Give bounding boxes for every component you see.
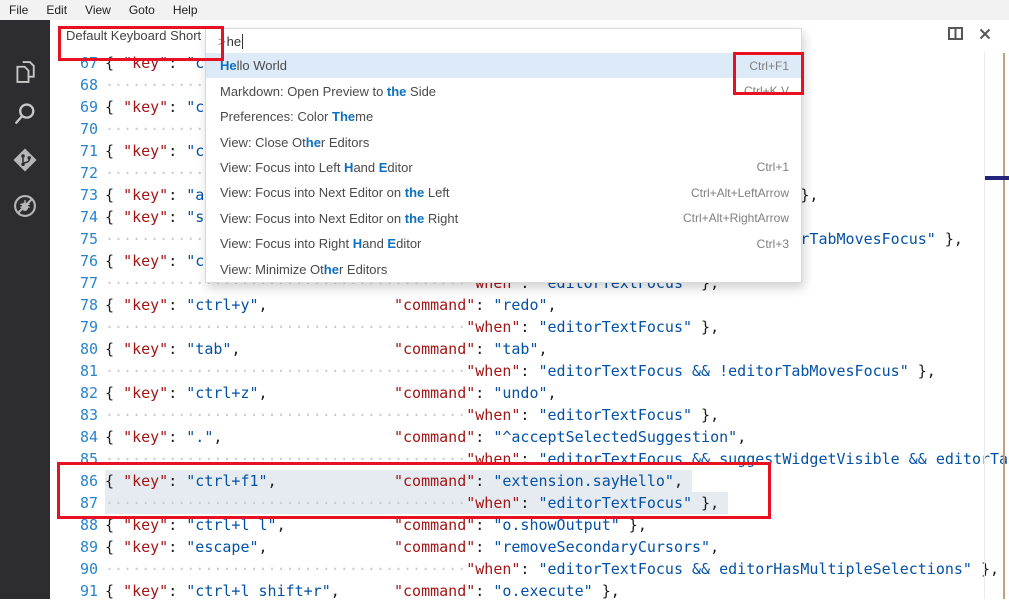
quickopen-item-shortcut: Ctrl+F1: [749, 59, 789, 73]
quickopen-item-label: View: Focus into Left Hand Editor: [220, 160, 745, 175]
line-number: 68: [50, 74, 105, 96]
code-line-78[interactable]: 78{ "key": "ctrl+y", "command": "redo",: [50, 294, 1009, 316]
menu-item-edit[interactable]: Edit: [37, 0, 76, 20]
line-number: 81: [50, 360, 105, 382]
quickopen-item[interactable]: View: Focus into Left Hand Editor Ctrl+1: [206, 155, 801, 180]
tab-default-keyboard-shortcuts[interactable]: Default Keyboard Short: [66, 28, 201, 43]
query-text: he: [227, 34, 241, 49]
code-line-88[interactable]: 88{ "key": "ctrl+l l", "command": "o.sho…: [50, 514, 1009, 536]
quickopen-item[interactable]: View: Focus into Next Editor on the Righ…: [206, 206, 801, 231]
code-line-79[interactable]: 79······································…: [50, 316, 1009, 338]
line-number: 79: [50, 316, 105, 338]
line-text: { "key": "ctrl+f1", "command": "extensio…: [105, 470, 692, 492]
line-number: 77: [50, 272, 105, 294]
quickopen-item-label: View: Close Other Editors: [220, 135, 777, 150]
code-line-86[interactable]: 86{ "key": "ctrl+f1", "command": "extens…: [50, 470, 1009, 492]
line-text: ········································…: [105, 448, 1009, 470]
quickopen-item-label: View: Focus into Right Hand Editor: [220, 236, 745, 251]
quickopen-item-shortcut: Ctrl+3: [757, 237, 789, 251]
quickopen-item-shortcut: Ctrl+Alt+RightArrow: [683, 211, 789, 225]
files-icon[interactable]: [11, 58, 39, 86]
line-number: 67: [50, 52, 105, 74]
command-prefix: >: [218, 34, 226, 49]
code-line-85[interactable]: 85······································…: [50, 448, 1009, 470]
search-icon[interactable]: [11, 100, 39, 128]
quickopen-item-shortcut: Ctrl+1: [757, 160, 789, 174]
line-number: 74: [50, 206, 105, 228]
quick-open-input[interactable]: >he: [206, 29, 801, 53]
line-text: ········································…: [105, 404, 719, 426]
menu-item-file[interactable]: File: [0, 0, 37, 20]
line-number: 71: [50, 140, 105, 162]
menu-item-help[interactable]: Help: [164, 0, 207, 20]
text-caret: [242, 34, 243, 49]
window-edge-line: [1003, 53, 1005, 599]
quickopen-item[interactable]: View: Focus into Right Hand Editor Ctrl+3: [206, 231, 801, 256]
split-editor-icon[interactable]: [948, 27, 963, 45]
quickopen-item-label: View: Focus into Next Editor on the Righ…: [220, 211, 671, 226]
quick-open-widget: >he Hello World Ctrl+F1 Markdown: Open Pre…: [205, 28, 802, 283]
code-line-82[interactable]: 82{ "key": "ctrl+z", "command": "undo",: [50, 382, 1009, 404]
quickopen-item-shortcut: Ctrl+K V: [744, 84, 789, 98]
line-text: { "key": ".", "command": "^acceptSelecte…: [105, 426, 746, 448]
code-line-90[interactable]: 90······································…: [50, 558, 1009, 580]
menu-bar: FileEditViewGotoHelp: [0, 0, 1009, 20]
line-text: { "key": "ctrl+y", "command": "redo",: [105, 294, 557, 316]
quickopen-item-label: View: Minimize Other Editors: [220, 262, 777, 277]
code-line-84[interactable]: 84{ "key": ".", "command": "^acceptSelec…: [50, 426, 1009, 448]
line-number: 88: [50, 514, 105, 536]
line-text: ········································…: [105, 316, 719, 338]
code-line-89[interactable]: 89{ "key": "escape", "command": "removeS…: [50, 536, 1009, 558]
line-number: 75: [50, 228, 105, 250]
code-line-83[interactable]: 83······································…: [50, 404, 1009, 426]
line-text: { "key": "tab", "command": "tab",: [105, 338, 548, 360]
line-number: 83: [50, 404, 105, 426]
scrollbar-border: [984, 52, 985, 599]
quickopen-item[interactable]: View: Minimize Other Editors: [206, 257, 801, 282]
line-text: ········································…: [105, 360, 936, 382]
code-line-80[interactable]: 80{ "key": "tab", "command": "tab",: [50, 338, 1009, 360]
line-number: 90: [50, 558, 105, 580]
line-text: ········································…: [105, 492, 728, 514]
line-number: 73: [50, 184, 105, 206]
line-number: 70: [50, 118, 105, 140]
line-number: 80: [50, 338, 105, 360]
line-number: 89: [50, 536, 105, 558]
line-text: { "key": "ctrl+z", "command": "undo",: [105, 382, 557, 404]
close-icon[interactable]: [979, 27, 991, 45]
line-number: 84: [50, 426, 105, 448]
quickopen-item[interactable]: Hello World Ctrl+F1: [206, 53, 801, 78]
overview-ruler-cursor-mark: [985, 176, 1009, 180]
quickopen-item-label: Preferences: Color Theme: [220, 109, 777, 124]
quickopen-item[interactable]: View: Close Other Editors: [206, 129, 801, 154]
code-line-87[interactable]: 87······································…: [50, 492, 1009, 514]
line-text: { "key": "ctrl+l l", "command": "o.showO…: [105, 514, 647, 536]
debug-disabled-icon[interactable]: [11, 192, 39, 220]
line-number: 87: [50, 492, 105, 514]
quickopen-item-label: Hello World: [220, 58, 737, 73]
quickopen-item-label: View: Focus into Next Editor on the Left: [220, 185, 679, 200]
activity-bar: [0, 20, 50, 599]
line-number: 85: [50, 448, 105, 470]
line-number: 82: [50, 382, 105, 404]
line-number: 72: [50, 162, 105, 184]
code-line-81[interactable]: 81······································…: [50, 360, 1009, 382]
line-text: ········································…: [105, 558, 999, 580]
quickopen-item[interactable]: Markdown: Open Preview to the Side Ctrl+K…: [206, 78, 801, 103]
quickopen-item-label: Markdown: Open Preview to the Side: [220, 84, 732, 99]
line-number: 78: [50, 294, 105, 316]
menu-item-view[interactable]: View: [76, 0, 120, 20]
menu-item-goto[interactable]: Goto: [120, 0, 164, 20]
line-number: 76: [50, 250, 105, 272]
line-number: 69: [50, 96, 105, 118]
git-icon[interactable]: [11, 146, 39, 174]
quickopen-item-shortcut: Ctrl+Alt+LeftArrow: [691, 186, 789, 200]
quickopen-item[interactable]: View: Focus into Next Editor on the Left…: [206, 180, 801, 205]
line-text: { "key": "escape", "command": "removeSec…: [105, 536, 719, 558]
line-number: 86: [50, 470, 105, 492]
quick-open-list: Hello World Ctrl+F1 Markdown: Open Preview…: [206, 53, 801, 282]
quickopen-item[interactable]: Preferences: Color Theme: [206, 104, 801, 129]
